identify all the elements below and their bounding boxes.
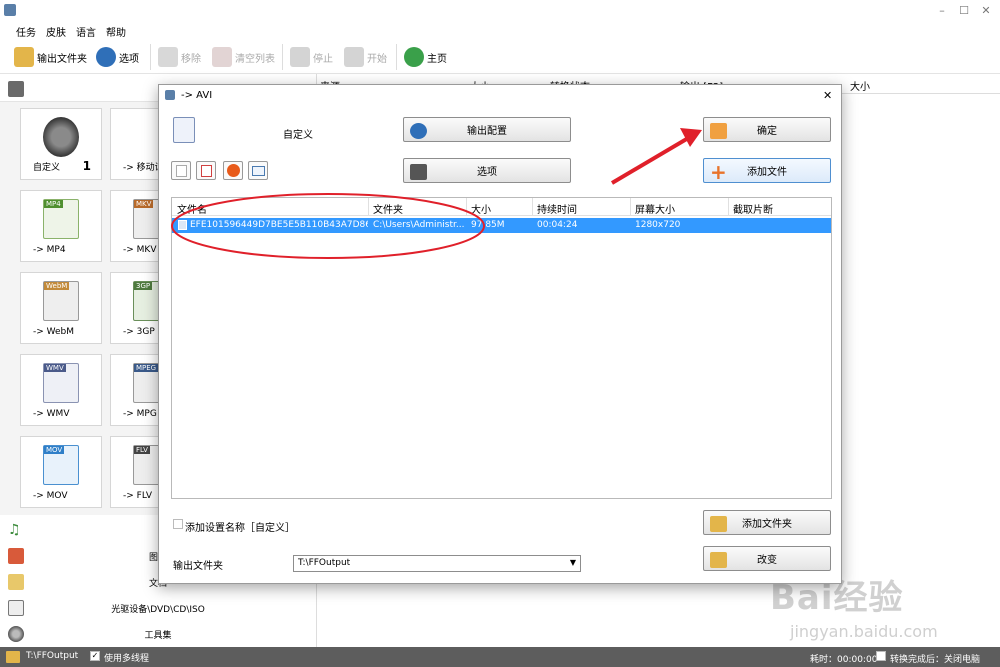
annotation-circle <box>171 193 485 259</box>
annotation-arrowhead <box>680 128 702 147</box>
main-window: – ☐ ✕ 任务 皮肤 语言 帮助 输出文件夹 选项 移除 清空列表 停止 开始… <box>0 0 1000 667</box>
annotation-arrow <box>610 135 692 185</box>
annotation-overlay <box>171 128 702 259</box>
